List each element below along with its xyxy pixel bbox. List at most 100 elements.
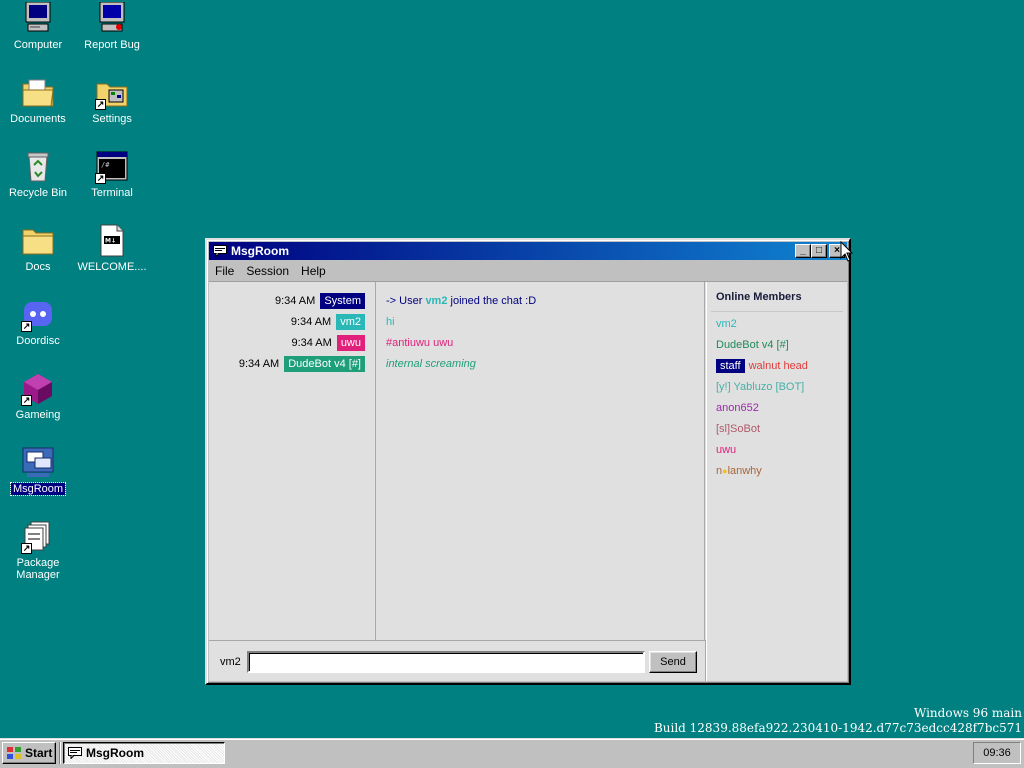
members-title: Online Members (716, 291, 802, 303)
shortcut-arrow-icon: ↗ (95, 99, 106, 110)
desktop-icon-label: Package Manager (16, 557, 60, 581)
maximize-icon: □ (815, 245, 823, 256)
desktop-icon-terminal[interactable]: /# ↗ Terminal (75, 150, 149, 199)
documents-folder-icon (21, 76, 55, 110)
menu-file[interactable]: File (209, 264, 240, 278)
system-message-prefix: -> User (386, 295, 426, 307)
desktop-icon-label: Documents (10, 113, 66, 125)
desktop-icon-gameing[interactable]: ↗ Gameing (1, 372, 75, 421)
mouse-cursor-icon (840, 241, 854, 262)
desktop-icon-settings[interactable]: ↗ Settings (75, 76, 149, 125)
settings-folder-icon: ↗ (95, 76, 129, 110)
desktop-icon-label: Doordisc (16, 335, 60, 347)
recycle-bin-icon (21, 150, 55, 184)
desktop-icon-package-manager[interactable]: ↗ Package Manager (1, 520, 75, 581)
desktop-icon-label: Report Bug (84, 39, 140, 51)
chat-bubble-icon (68, 747, 82, 759)
computer-icon (21, 1, 55, 36)
desktop-icon-label: Settings (92, 113, 132, 125)
start-button[interactable]: Start (2, 742, 56, 764)
desktop-icon-docs[interactable]: Docs (1, 224, 75, 273)
message-time: 9:34 AM (291, 337, 332, 349)
desktop-icon-label: Gameing (15, 409, 61, 421)
docs-folder-icon (21, 224, 55, 258)
message-time: 9:34 AM (290, 316, 332, 328)
sender-row: 9:34 AM DudeBot v4 [#] (239, 356, 365, 372)
system-message-user: vm2 (425, 295, 448, 307)
desktop-icon-documents[interactable]: Documents (1, 76, 75, 125)
desktop-icon-report-bug[interactable]: Report Bug (75, 1, 149, 51)
doordisc-icon: ↗ (21, 298, 55, 332)
window-title: MsgRoom (231, 244, 289, 258)
desktop-icon-label: WELCOME.... (77, 261, 147, 273)
desktop-icon-computer[interactable]: Computer (1, 1, 75, 51)
msgroom-window: MsgRoom _ □ × File Session Help 9:34 AM … (205, 238, 851, 685)
desktop-icon-label: Recycle Bin (8, 187, 68, 199)
member-item[interactable]: [sl]SoBot (716, 421, 760, 437)
message-column: -> User vm2 joined the chat :D hi #antiu… (377, 282, 705, 640)
minimize-icon: _ (800, 245, 806, 256)
taskbar: Start MsgRoom 09:36 (0, 738, 1024, 768)
member-name: walnut head (748, 360, 808, 372)
member-item[interactable]: vm2 (716, 316, 737, 332)
desktop-icon-recycle-bin[interactable]: Recycle Bin (1, 150, 75, 199)
svg-text:M↓: M↓ (105, 238, 116, 245)
build-number-line: Build 12839.88efa922.230410-1942.d77c73e… (653, 721, 1022, 735)
sender-tag[interactable]: DudeBot v4 [#] (284, 356, 365, 372)
shortcut-arrow-icon: ↗ (95, 173, 106, 184)
member-name: lanwhy (727, 465, 762, 477)
menubar: File Session Help (209, 262, 847, 280)
desktop-icon-label: Computer (13, 39, 63, 51)
desktop-icon-label: Docs (25, 261, 51, 273)
sender-tag[interactable]: uwu (336, 335, 365, 351)
members-divider (711, 311, 843, 312)
msgroom-icon (21, 446, 55, 480)
desktop-icon-welcome[interactable]: M↓ WELCOME.... (75, 224, 149, 273)
svg-text:/#: /# (101, 161, 110, 169)
sender-tag[interactable]: vm2 (336, 314, 365, 330)
send-button[interactable]: Send (649, 651, 697, 673)
markdown-file-icon: M↓ (95, 224, 129, 258)
online-members-panel: Online Members vm2 DudeBot v4 [#] staff … (706, 282, 847, 681)
member-item[interactable]: [y!] Yabluzo [BOT] (716, 379, 804, 395)
taskbar-item-msgroom[interactable]: MsgRoom (63, 742, 225, 764)
member-item[interactable]: n ● lanwhy (716, 463, 762, 479)
menu-help[interactable]: Help (295, 264, 332, 278)
desktop-icon-label: MsgRoom (9, 482, 67, 496)
message-time: 9:34 AM (274, 295, 316, 307)
taskbar-separator (59, 742, 61, 764)
message-text: hi (386, 316, 395, 328)
compose-bar: vm2 Send (209, 640, 706, 681)
sender-row: 9:34 AM vm2 (291, 314, 365, 330)
chat-bubble-icon (213, 245, 227, 257)
shortcut-arrow-icon: ↗ (21, 543, 32, 554)
shortcut-arrow-icon: ↗ (21, 395, 32, 406)
member-item[interactable]: uwu (716, 442, 736, 458)
minimize-button[interactable]: _ (795, 244, 811, 258)
message-input[interactable] (247, 651, 645, 673)
desktop-icon-msgroom[interactable]: MsgRoom (1, 446, 75, 496)
nickname-label: vm2 (220, 656, 241, 668)
member-item[interactable]: DudeBot v4 [#] (716, 337, 789, 353)
member-item[interactable]: staff walnut head (716, 358, 808, 374)
menu-session[interactable]: Session (240, 264, 295, 278)
start-label: Start (25, 746, 53, 760)
sender-tag[interactable]: System (320, 293, 365, 309)
terminal-icon: /# ↗ (95, 150, 129, 184)
package-manager-icon: ↗ (21, 520, 55, 554)
gameing-icon: ↗ (21, 372, 55, 406)
member-item[interactable]: anon652 (716, 400, 759, 416)
desktop-icon-label: Terminal (91, 187, 133, 199)
sender-column: 9:34 AM System 9:34 AM vm2 9:34 AM uwu 9… (209, 282, 376, 640)
window-titlebar[interactable]: MsgRoom _ □ × (209, 242, 847, 260)
build-os-line: Windows 96 main (913, 706, 1022, 720)
system-message-suffix: joined the chat :D (447, 295, 537, 307)
desktop-icon-doordisc[interactable]: ↗ Doordisc (1, 298, 75, 347)
message-time: 9:34 AM (238, 358, 280, 370)
windows-logo-icon (7, 747, 21, 759)
taskbar-clock[interactable]: 09:36 (973, 742, 1021, 764)
sender-row: 9:34 AM System (275, 293, 365, 309)
message-text: -> User vm2 joined the chat :D (386, 293, 536, 309)
maximize-button[interactable]: □ (811, 244, 827, 258)
chat-body: 9:34 AM System 9:34 AM vm2 9:34 AM uwu 9… (209, 281, 847, 681)
